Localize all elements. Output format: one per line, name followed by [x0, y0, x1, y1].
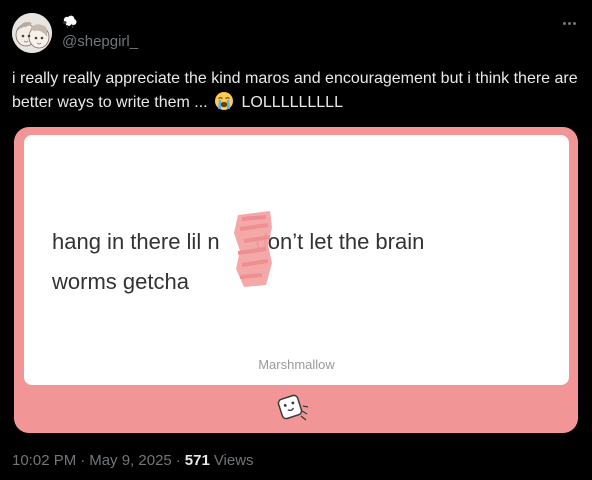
user-handle[interactable]: @shepgirl_ — [62, 33, 138, 50]
marshmallow-brand: Marshmallow — [258, 357, 335, 372]
avatar[interactable] — [12, 13, 52, 53]
loudly-crying-face-icon — [214, 91, 234, 119]
views-count: 571 — [184, 452, 210, 469]
media-attachment[interactable]: hang in there lil n don’t let the brain w… — [14, 127, 578, 433]
display-name[interactable] — [62, 14, 78, 32]
tweet: @shepgirl_ i really really appreciate th… — [0, 0, 592, 480]
anime-avatar-icon — [12, 13, 52, 53]
dot — [562, 21, 566, 25]
tweet-text-end: LOLLLLLLLLL — [241, 94, 343, 111]
views-label: Views — [213, 452, 254, 469]
message-line1-start: hang in there lil n — [52, 229, 220, 254]
marshmallow-message-card: hang in there lil n don’t let the brain w… — [24, 135, 569, 385]
separator: · — [80, 452, 86, 469]
marshmallow-message: hang in there lil n don’t let the brain w… — [52, 222, 532, 302]
tweet-time[interactable]: 10:02 PM — [12, 452, 76, 469]
marshmallow-logo-icon — [277, 394, 309, 421]
tweet-meta: 10:02 PM · May 9, 2025 · 571 Views — [12, 452, 254, 469]
message-line2: worms getcha — [52, 269, 189, 294]
sheep-emoji-icon — [62, 14, 78, 33]
dot — [567, 21, 571, 25]
message-line1-end: don’t let the brain — [255, 229, 425, 254]
more-options-button[interactable] — [556, 10, 582, 36]
dot — [572, 21, 576, 25]
tweet-text: i really really appreciate the kind maro… — [12, 67, 580, 119]
tweet-date[interactable]: May 9, 2025 — [89, 452, 172, 469]
censor-scribble — [234, 211, 272, 287]
separator: · — [175, 452, 181, 469]
